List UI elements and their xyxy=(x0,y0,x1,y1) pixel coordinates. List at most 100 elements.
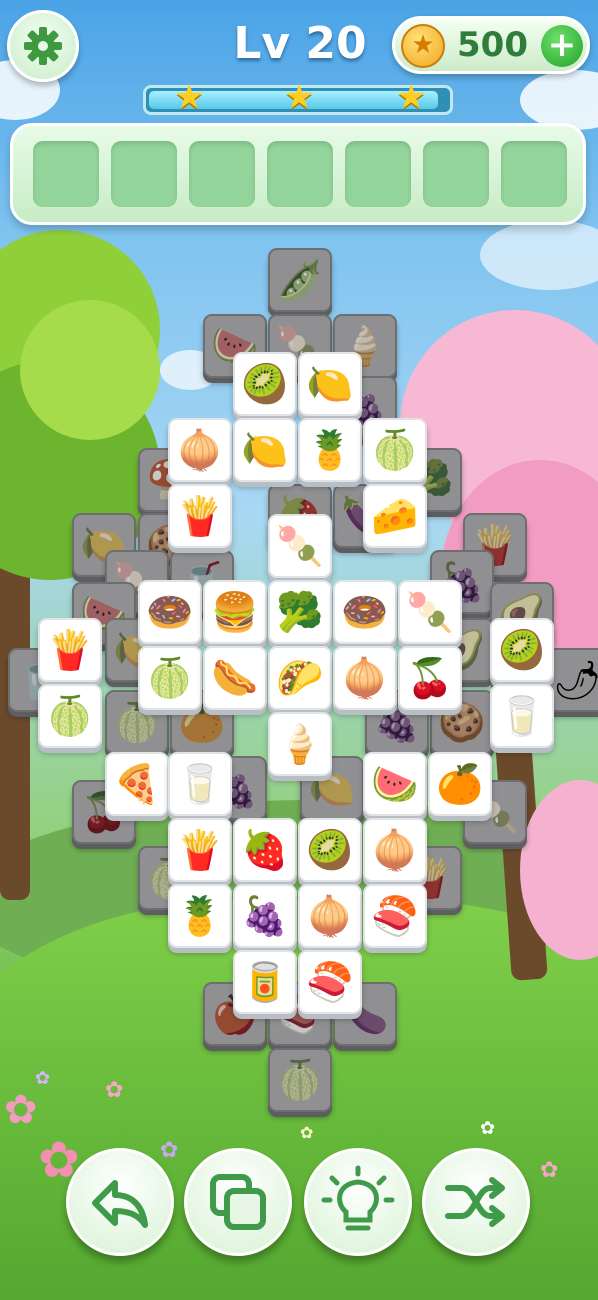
flower: ✿ xyxy=(35,1068,51,1089)
flower: ✿ xyxy=(300,1123,314,1142)
donut-icon: 🍩 xyxy=(341,590,389,634)
cherries-tile[interactable]: 🍒 xyxy=(398,646,462,710)
flower: ✿ xyxy=(4,1087,38,1133)
hotdog-tile[interactable]: 🌭 xyxy=(203,646,267,710)
sushi-icon: 🍣 xyxy=(306,960,354,1004)
onion-icon: 🧅 xyxy=(341,656,389,700)
sushi-icon: 🍣 xyxy=(371,894,419,938)
flower: ✿ xyxy=(105,1078,124,1103)
fries-icon: 🍟 xyxy=(46,628,94,672)
ice-cream-icon: 🍦 xyxy=(276,722,324,766)
onion-tile[interactable]: 🧅 xyxy=(363,818,427,882)
onion-tile[interactable]: 🧅 xyxy=(333,646,397,710)
watermelon-tile[interactable]: 🍉 xyxy=(363,752,427,816)
flower: ✿ xyxy=(160,1138,179,1163)
level-progress-bar: ★ ★ ★ xyxy=(143,80,453,115)
level-label: Lv 20 xyxy=(233,18,367,69)
pineapple-tile[interactable]: 🍍 xyxy=(298,418,362,482)
popsicle-tile[interactable]: 🍡 xyxy=(398,580,462,644)
stacked-squares-icon xyxy=(210,1174,266,1230)
hint-button[interactable] xyxy=(304,1148,412,1256)
pizza-tile[interactable]: 🍕 xyxy=(105,752,169,816)
milk-icon: 🥛 xyxy=(498,694,546,738)
melon-tile[interactable]: 🍈 xyxy=(38,684,102,748)
sushi-tile[interactable]: 🍣 xyxy=(298,950,362,1014)
pea-pod-tile: 🫛 xyxy=(268,248,332,312)
soda-can-tile[interactable]: 🥫 xyxy=(233,950,297,1014)
star-icon: ★ xyxy=(284,77,315,117)
onion-tile[interactable]: 🧅 xyxy=(298,884,362,948)
soda-can-icon: 🥫 xyxy=(241,960,289,1004)
cherries-icon: 🍒 xyxy=(406,656,454,700)
lemon-tile[interactable]: 🍋 xyxy=(233,418,297,482)
settings-button[interactable] xyxy=(7,10,79,82)
tray-slot xyxy=(423,141,489,207)
fries-icon: 🍟 xyxy=(176,828,224,872)
fries-tile[interactable]: 🍟 xyxy=(168,818,232,882)
popsicle-icon: 🍡 xyxy=(276,524,324,568)
tile-tray xyxy=(10,123,586,225)
flower: ✿ xyxy=(540,1158,559,1183)
tray-slot xyxy=(501,141,567,207)
fries-tile[interactable]: 🍟 xyxy=(38,618,102,682)
kiwi-icon: 🥝 xyxy=(241,362,289,406)
lemon-icon: 🍋 xyxy=(241,428,289,472)
taco-tile[interactable]: 🌮 xyxy=(268,646,332,710)
pineapple-icon: 🍍 xyxy=(306,428,354,472)
return-tiles-button[interactable] xyxy=(184,1148,292,1256)
broccoli-tile[interactable]: 🥦 xyxy=(268,580,332,644)
plus-icon: + xyxy=(547,25,577,65)
kiwi-tile[interactable]: 🥝 xyxy=(298,818,362,882)
tree-trunk xyxy=(0,560,30,900)
burger-tile[interactable]: 🍔 xyxy=(203,580,267,644)
burger-icon: 🍔 xyxy=(211,590,259,634)
taco-icon: 🌮 xyxy=(276,656,324,700)
donut-icon: 🍩 xyxy=(146,590,194,634)
shuffle-icon xyxy=(445,1177,505,1227)
coconut-tile[interactable]: 🍈 xyxy=(363,418,427,482)
kiwi-icon: 🥝 xyxy=(306,828,354,872)
ice-cream-tile[interactable]: 🍦 xyxy=(268,712,332,776)
lemon-tile[interactable]: 🍋 xyxy=(298,352,362,416)
melon-tile[interactable]: 🍈 xyxy=(138,646,202,710)
cloud xyxy=(480,220,598,290)
broccoli-icon: 🥦 xyxy=(276,590,324,634)
tray-slot xyxy=(267,141,333,207)
kiwi-tile[interactable]: 🥝 xyxy=(233,352,297,416)
milk-tile[interactable]: 🥛 xyxy=(168,752,232,816)
onion-tile[interactable]: 🧅 xyxy=(168,418,232,482)
tray-slot xyxy=(111,141,177,207)
sushi-tile[interactable]: 🍣 xyxy=(363,884,427,948)
fries-tile[interactable]: 🍟 xyxy=(168,484,232,548)
donut-tile[interactable]: 🍩 xyxy=(333,580,397,644)
orange-tile[interactable]: 🍊 xyxy=(428,752,492,816)
donut-tile[interactable]: 🍩 xyxy=(138,580,202,644)
cloud xyxy=(520,70,598,130)
undo-arrow-icon xyxy=(92,1180,148,1228)
pea-pod-icon: 🫛 xyxy=(276,258,324,302)
melon-icon: 🍈 xyxy=(46,694,94,738)
cheese-tile[interactable]: 🧀 xyxy=(363,484,427,548)
melon-icon: 🍈 xyxy=(276,1058,324,1102)
popsicle-tile[interactable]: 🍡 xyxy=(268,514,332,578)
shuffle-button[interactable] xyxy=(422,1148,530,1256)
coconut-icon: 🍈 xyxy=(371,428,419,472)
kiwi-tile[interactable]: 🥝 xyxy=(490,618,554,682)
milk-tile[interactable]: 🥛 xyxy=(490,684,554,748)
coin-icon: ★ xyxy=(401,24,445,68)
popsicle-icon: 🍡 xyxy=(406,590,454,634)
star-icon: ★ xyxy=(396,77,427,117)
onion-icon: 🧅 xyxy=(371,828,419,872)
pineapple-icon: 🍍 xyxy=(176,894,224,938)
grapes-tile[interactable]: 🍇 xyxy=(233,884,297,948)
melon-icon: 🍈 xyxy=(146,656,194,700)
strawberry-tile[interactable]: 🍓 xyxy=(233,818,297,882)
coin-balance: ★ 500 + xyxy=(392,16,590,74)
undo-button[interactable] xyxy=(66,1148,174,1256)
add-coins-button[interactable]: + xyxy=(541,25,583,67)
tray-slot xyxy=(189,141,255,207)
lemon-icon: 🍋 xyxy=(306,362,354,406)
kiwi-icon: 🥝 xyxy=(498,628,546,672)
strawberry-icon: 🍓 xyxy=(241,828,289,872)
pineapple-tile[interactable]: 🍍 xyxy=(168,884,232,948)
